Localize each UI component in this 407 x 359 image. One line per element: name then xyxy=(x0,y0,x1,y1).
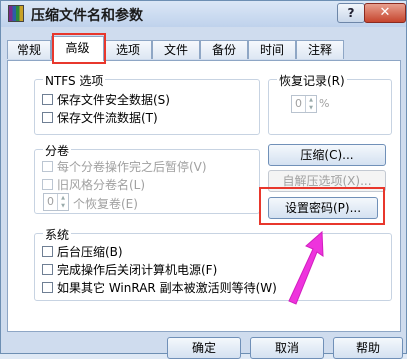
tab-general[interactable]: 常规 xyxy=(7,40,51,59)
save-streams-label: 保存文件流数据(T) xyxy=(57,111,158,125)
tab-files[interactable]: 文件 xyxy=(152,40,200,59)
volumes-group: 分卷 每个分卷操作完之后暂停(V) 旧风格分卷名(L) 0 ▲ ▼ 个恢复卷(E) xyxy=(34,142,260,214)
recovery-label: 恢复记录(R) xyxy=(277,72,347,89)
spinner-arrows-icon[interactable]: ▲ ▼ xyxy=(57,194,68,210)
close-button[interactable]: ✕ xyxy=(364,3,406,23)
recovery-volumes-spinner[interactable]: 0 ▲ ▼ xyxy=(43,193,69,211)
tab-backup[interactable]: 备份 xyxy=(200,40,248,59)
power-off-label: 完成操作后关闭计算机电源(F) xyxy=(57,263,218,277)
recovery-spinner[interactable]: 0 ▲ ▼ xyxy=(291,95,317,113)
help-button[interactable]: 帮助 xyxy=(333,337,403,359)
checkbox-box[interactable] xyxy=(42,161,53,172)
power-off-checkbox[interactable]: 完成操作后关闭计算机电源(F) xyxy=(42,261,217,278)
checkbox-box[interactable] xyxy=(42,112,53,123)
recovery-unit: % xyxy=(319,97,330,110)
ok-button[interactable]: 确定 xyxy=(167,337,241,359)
spinner-arrows-icon[interactable]: ▲ ▼ xyxy=(305,96,316,112)
recovery-volumes-label: 个恢复卷(E) xyxy=(73,197,138,211)
winrar-icon xyxy=(8,5,24,22)
tab-time[interactable]: 时间 xyxy=(248,40,296,59)
checkbox-box[interactable] xyxy=(42,264,53,275)
system-label: 系统 xyxy=(43,226,72,243)
title-bar[interactable]: 压缩文件名和参数 ? ✕ xyxy=(1,1,406,27)
save-security-label: 保存文件安全数据(S) xyxy=(57,93,170,107)
compression-button[interactable]: 压缩(C)... xyxy=(268,144,386,166)
window-title: 压缩文件名和参数 xyxy=(31,8,143,24)
background-compress-label: 后台压缩(B) xyxy=(57,245,123,259)
old-style-names-checkbox[interactable]: 旧风格分卷名(L) xyxy=(42,176,145,193)
pause-after-volume-label: 每个分卷操作完之后暂停(V) xyxy=(57,160,207,174)
password-highlight-box xyxy=(259,187,385,225)
tab-options[interactable]: 选项 xyxy=(104,40,152,59)
old-style-names-label: 旧风格分卷名(L) xyxy=(57,178,146,192)
volumes-label: 分卷 xyxy=(43,142,72,159)
checkbox-box[interactable] xyxy=(42,94,53,105)
wait-winrar-label: 如果其它 WinRAR 副本被激活则等待(W) xyxy=(57,281,277,295)
ntfs-group: NTFS 选项 保存文件安全数据(S) 保存文件流数据(T) xyxy=(34,72,260,135)
ntfs-group-label: NTFS 选项 xyxy=(43,72,106,89)
save-security-checkbox[interactable]: 保存文件安全数据(S) xyxy=(42,91,170,108)
recovery-value: 0 xyxy=(295,97,302,110)
checkbox-box[interactable] xyxy=(42,179,53,190)
recovery-volumes-value: 0 xyxy=(47,195,54,208)
system-group: 系统 后台压缩(B) 完成操作后关闭计算机电源(F) 如果其它 WinRAR 副… xyxy=(34,226,392,301)
cancel-button[interactable]: 取消 xyxy=(250,337,324,359)
tab-highlight-box xyxy=(52,33,106,64)
tab-comment[interactable]: 注释 xyxy=(296,40,344,59)
help-title-button[interactable]: ? xyxy=(337,3,365,23)
save-streams-checkbox[interactable]: 保存文件流数据(T) xyxy=(42,109,158,126)
background-compress-checkbox[interactable]: 后台压缩(B) xyxy=(42,243,123,260)
wait-winrar-checkbox[interactable]: 如果其它 WinRAR 副本被激活则等待(W) xyxy=(42,279,277,296)
recovery-group: 恢复记录(R) 0 ▲ ▼ % xyxy=(268,72,392,135)
checkbox-box[interactable] xyxy=(42,246,53,257)
dialog-window: 压缩文件名和参数 ? ✕ 常规 高级 选项 文件 备份 时间 注释 NTFS 选… xyxy=(0,0,407,359)
checkbox-box[interactable] xyxy=(42,282,53,293)
pause-after-volume-checkbox[interactable]: 每个分卷操作完之后暂停(V) xyxy=(42,158,207,175)
